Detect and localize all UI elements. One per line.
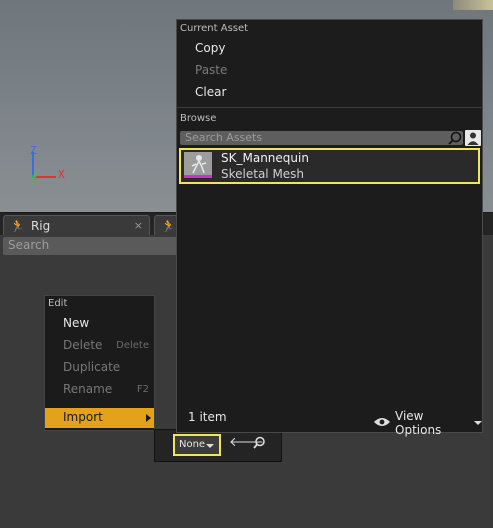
menu-item-label: Duplicate: [63, 360, 121, 374]
chevron-down-icon: [474, 421, 482, 425]
search-icon: [447, 131, 463, 145]
tree-search-placeholder: Search: [8, 238, 50, 252]
axis-z-label: Z: [30, 144, 37, 157]
menu-item-new[interactable]: New: [45, 314, 154, 334]
user-filter-button[interactable]: [465, 130, 481, 146]
current-asset-header: Current Asset: [180, 23, 249, 34]
axis-y-label: Y: [30, 174, 37, 187]
user-icon: [465, 130, 481, 149]
asset-combo-button[interactable]: None: [173, 434, 221, 456]
tree-search-input[interactable]: Search: [3, 237, 203, 255]
menu-item-label: Delete: [63, 338, 103, 352]
asset-search-input[interactable]: Search Assets: [180, 131, 463, 145]
menu-item-duplicate: Duplicate: [45, 358, 154, 378]
edit-context-menu: Edit New Delete Delete Duplicate Rename …: [44, 295, 155, 431]
edit-menu-header: Edit: [48, 298, 68, 309]
menu-item-import[interactable]: Import: [45, 408, 154, 428]
running-figure-icon: 🏃: [161, 218, 176, 233]
browse-search-icon[interactable]: [253, 436, 266, 452]
close-icon[interactable]: ×: [134, 219, 143, 232]
view-options-label: View Options: [395, 409, 442, 437]
view-options-button[interactable]: View Options: [373, 409, 482, 437]
menu-item-label: Rename: [63, 382, 113, 396]
menu-item-label: Import: [63, 410, 103, 424]
axis-x-label: X: [58, 168, 65, 181]
clear-action[interactable]: Clear: [195, 85, 226, 99]
browse-header: Browse: [180, 113, 217, 124]
item-count: 1 item: [188, 410, 227, 424]
viewport-sky-strip: [453, 0, 493, 10]
asset-type: Skeletal Mesh: [221, 167, 305, 181]
copy-action[interactable]: Copy: [195, 41, 225, 55]
section-divider: [177, 107, 482, 108]
chevron-down-icon: [206, 444, 214, 448]
menu-item-delete: Delete Delete: [45, 336, 154, 356]
asset-combo-label: None: [179, 439, 206, 450]
menu-item-label: New: [63, 316, 90, 330]
tab-rig-label: Rig: [30, 218, 51, 233]
eye-icon: [373, 416, 391, 431]
submenu-arrow-icon: [146, 414, 151, 422]
menu-item-rename: Rename F2: [45, 380, 154, 400]
running-figure-icon: 🏃: [10, 218, 25, 233]
paste-action: Paste: [195, 63, 228, 77]
asset-name: SK_Mannequin: [221, 151, 309, 165]
menu-item-shortcut: F2: [136, 384, 149, 395]
asset-search-placeholder: Search Assets: [185, 131, 263, 144]
menu-item-shortcut: Delete: [116, 340, 149, 351]
asset-tile-sk-mannequin[interactable]: SK_Mannequin Skeletal Mesh: [179, 148, 480, 184]
asset-toolstrip: None 🡐: [154, 429, 282, 462]
asset-picker-popup: Current Asset Copy Paste Clear Browse Se…: [176, 19, 483, 437]
axis-gizmo: Z Y X: [18, 140, 78, 200]
tab-rig[interactable]: 🏃 Rig ×: [3, 215, 150, 235]
skeletal-mesh-thumbnail-icon: [184, 152, 212, 178]
